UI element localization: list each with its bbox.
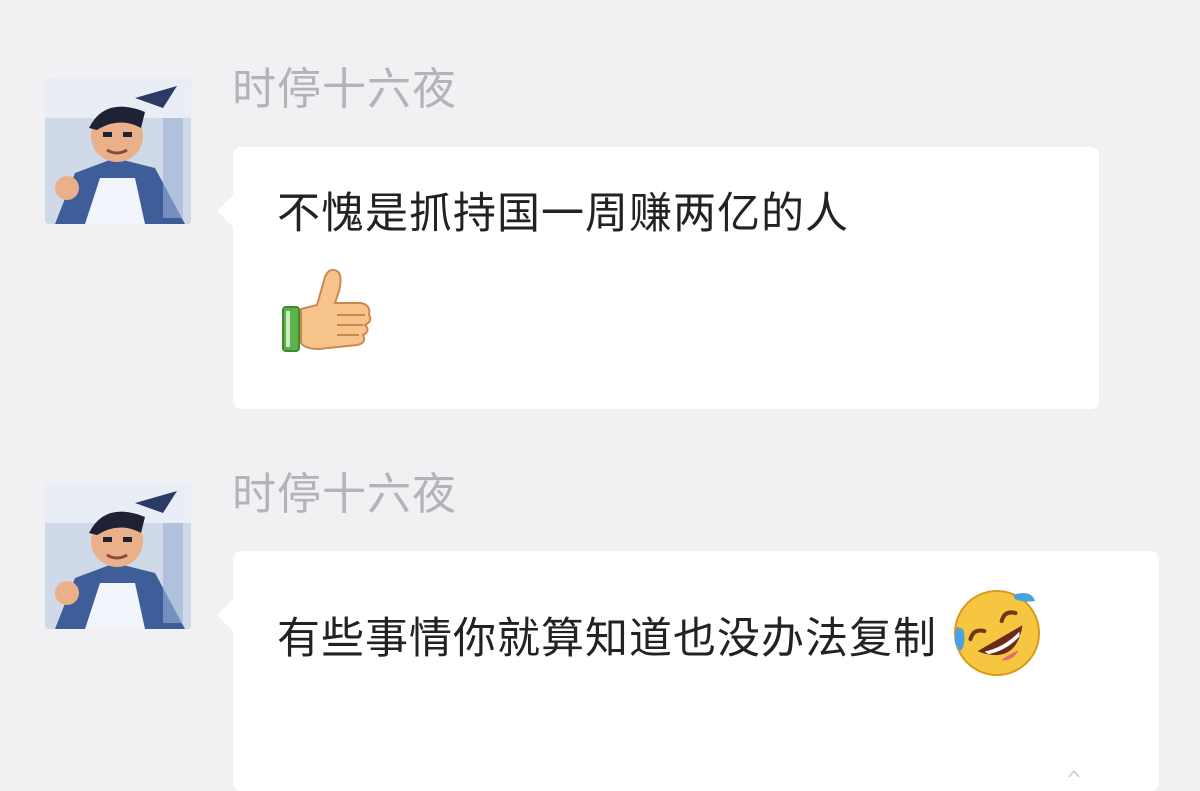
avatar-character-icon [45, 78, 191, 224]
chat-log: 时停十六夜 不愧是抓持国一周赚两亿的人 时停十六夜 有些事情你就算知道也没办法复… [0, 0, 1200, 791]
message-text-content: 有些事情你就算知道也没办法复制 [277, 614, 937, 664]
corner-mark-icon [1068, 770, 1080, 778]
message-text: 有些事情你就算知道也没办法复制 [277, 587, 1123, 696]
avatar[interactable] [45, 78, 191, 224]
message-bubble[interactable]: 有些事情你就算知道也没办法复制 [217, 551, 1159, 791]
sender-name: 时停十六夜 [232, 469, 457, 520]
avatar[interactable] [45, 483, 191, 629]
thumbs-up-icon [277, 263, 373, 363]
rolling-on-floor-laughing-icon [951, 587, 1043, 696]
message-bubble[interactable]: 不愧是抓持国一周赚两亿的人 [217, 147, 1099, 409]
sender-name: 时停十六夜 [232, 64, 457, 115]
avatar-character-icon [45, 483, 191, 629]
message-text: 不愧是抓持国一周赚两亿的人 [277, 189, 849, 239]
